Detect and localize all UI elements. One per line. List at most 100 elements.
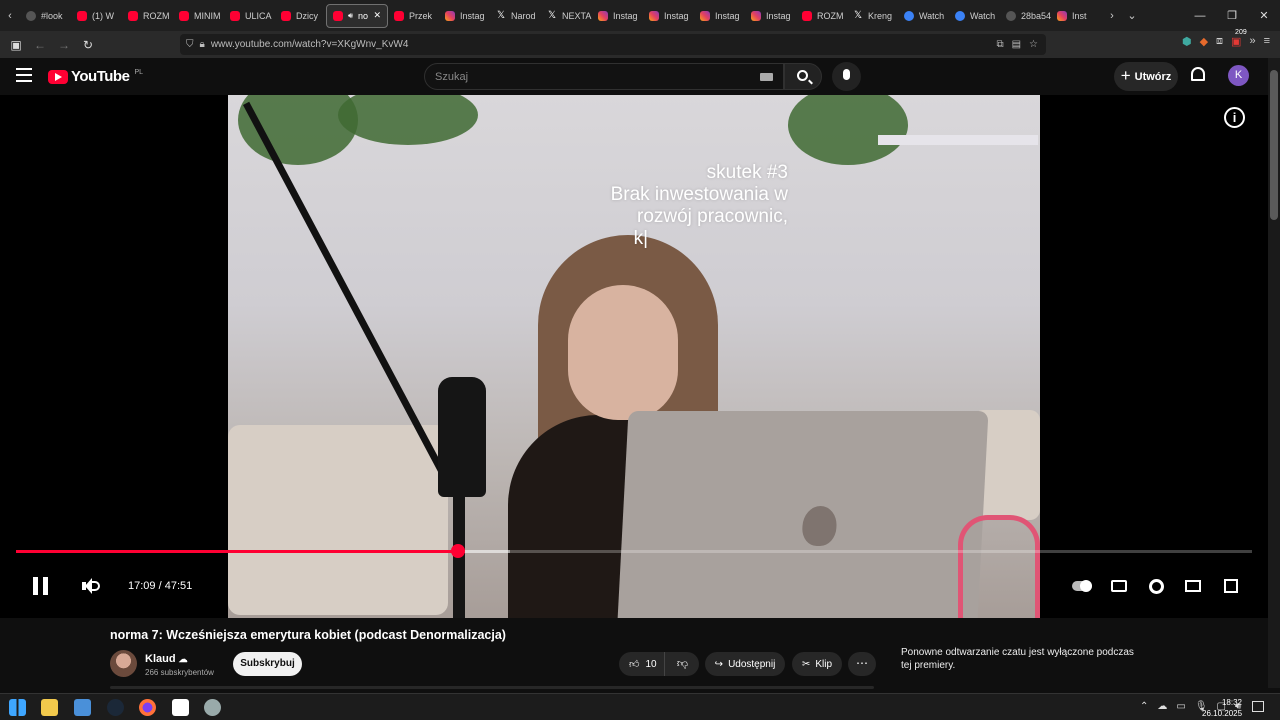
sidebar-toggle-icon[interactable]: ▣ bbox=[4, 38, 28, 52]
onedrive-cloud-icon[interactable]: ☁ bbox=[1157, 701, 1167, 712]
tab-label: no bbox=[358, 10, 369, 21]
browser-tab[interactable]: Watch bbox=[949, 4, 1000, 28]
browser-tab[interactable]: 𝕏 NEXTA bbox=[541, 4, 592, 28]
duration: 47:51 bbox=[164, 580, 193, 592]
theater-mode-icon[interactable] bbox=[1185, 576, 1205, 596]
app-black-icon[interactable] bbox=[172, 699, 189, 716]
tab-list-chevron-down-icon[interactable]: ⌄ bbox=[1122, 9, 1142, 22]
browser-tab[interactable]: 28ba54a2 bbox=[1000, 4, 1051, 28]
browser-tab[interactable]: #look bbox=[20, 4, 71, 28]
youtube-header: YouTube PL Szukaj + Utwórz K bbox=[0, 58, 1280, 95]
browser-tab[interactable]: 𝕏 Narod bbox=[490, 4, 541, 28]
app-globe-icon[interactable] bbox=[204, 699, 221, 716]
extensions-puzzle-icon[interactable]: ⧈ bbox=[1216, 35, 1223, 48]
browser-tab[interactable]: Instag bbox=[745, 4, 796, 28]
browser-tab[interactable]: ULICA bbox=[224, 4, 275, 28]
address-bar[interactable]: ⛉ 🔒︎ www.youtube.com/watch?v=XKgWnv_KvW4… bbox=[180, 34, 1046, 55]
picture-in-picture-icon[interactable]: ⧉ bbox=[996, 39, 1003, 50]
progress-played bbox=[16, 550, 459, 553]
voice-search-mic-icon[interactable] bbox=[832, 62, 861, 91]
network-icon[interactable]: ▭ bbox=[1176, 701, 1185, 712]
tab-scroll-left-icon[interactable]: ‹ bbox=[0, 10, 20, 22]
browser-tab[interactable]: ROZM bbox=[122, 4, 173, 28]
tab-label: Instag bbox=[715, 10, 740, 21]
browser-tab[interactable]: Inst bbox=[1051, 4, 1102, 28]
forward-icon[interactable]: → bbox=[52, 38, 76, 52]
close-window-icon[interactable]: ✕ bbox=[1248, 9, 1280, 22]
create-label: Utwórz bbox=[1134, 70, 1172, 83]
browser-nav-bar: ▣ ← → ↻ ⛉ 🔒︎ www.youtube.com/watch?v=XKg… bbox=[0, 29, 1280, 58]
browser-tab[interactable]: (1) W bbox=[71, 4, 122, 28]
laptop bbox=[617, 411, 989, 618]
page-scrollbar[interactable] bbox=[1268, 58, 1280, 688]
subscribe-button[interactable]: Subskrybuj bbox=[233, 652, 302, 676]
guide-menu-icon[interactable] bbox=[16, 68, 32, 82]
tab-scroll-right-icon[interactable]: › bbox=[1102, 10, 1122, 22]
minimize-icon[interactable]: — bbox=[1184, 10, 1216, 22]
clip-button[interactable]: ✂ Klip bbox=[792, 652, 842, 676]
settings-gear-icon[interactable] bbox=[1147, 576, 1167, 596]
subtitles-icon[interactable] bbox=[1111, 576, 1131, 596]
overflow-menu-icon[interactable]: » bbox=[1249, 35, 1255, 48]
taskbar-clock[interactable]: 18:32 26.10.2025 bbox=[1202, 697, 1242, 719]
scrollbar-thumb[interactable] bbox=[1270, 70, 1278, 220]
autoplay-toggle[interactable] bbox=[1072, 580, 1092, 592]
fox-extension-icon[interactable]: ◆ bbox=[1200, 35, 1208, 48]
channel-name[interactable]: Klaud ☁ bbox=[145, 653, 188, 665]
browser-tab[interactable]: Przek bbox=[388, 4, 439, 28]
browser-tab[interactable]: ROZM bbox=[796, 4, 847, 28]
reload-icon[interactable]: ↻ bbox=[76, 38, 100, 52]
keyboard-icon[interactable] bbox=[760, 73, 773, 81]
browser-tab[interactable]: Instag bbox=[643, 4, 694, 28]
browser-tab[interactable]: MINIM bbox=[173, 4, 224, 28]
info-icon[interactable]: i bbox=[1224, 107, 1245, 128]
file-explorer-icon[interactable] bbox=[41, 699, 58, 716]
youtube-icon bbox=[77, 10, 87, 21]
more-actions-icon[interactable]: ⋯ bbox=[848, 652, 876, 676]
create-button[interactable]: + Utwórz bbox=[1114, 62, 1178, 91]
browser-tab[interactable]: Watch bbox=[898, 4, 949, 28]
video-player[interactable]: skutek #3 Brak inwestowania w rozwój pra… bbox=[0, 95, 1268, 618]
apple-logo-icon bbox=[801, 506, 838, 546]
cloud-icon: ☁ bbox=[178, 654, 188, 664]
close-tab-icon[interactable]: ✕ bbox=[373, 10, 381, 21]
volume-icon[interactable] bbox=[82, 577, 100, 595]
like-button[interactable]: 👍︎ 10 bbox=[619, 652, 665, 676]
youtube-logo[interactable]: YouTube PL bbox=[48, 68, 143, 85]
hamburger-menu-icon[interactable]: ≡ bbox=[1264, 35, 1270, 48]
share-button[interactable]: ↪ Udostępnij bbox=[705, 652, 785, 676]
browser-tab[interactable]: Instag bbox=[592, 4, 643, 28]
browser-tab[interactable]: Dzicy bbox=[275, 4, 326, 28]
instagram-icon bbox=[1057, 10, 1067, 21]
firefox-icon[interactable] bbox=[139, 699, 156, 716]
browser-tab[interactable]: 𝕏 Kreng bbox=[847, 4, 898, 28]
notifications-bell-icon[interactable] bbox=[1191, 67, 1205, 81]
browser-tab[interactable]: 🔊︎ no ✕ bbox=[326, 3, 388, 28]
youtube-icon bbox=[333, 10, 343, 21]
browser-tab[interactable]: Instag bbox=[694, 4, 745, 28]
fullscreen-icon[interactable] bbox=[1222, 576, 1242, 596]
reader-icon[interactable]: ▤ bbox=[1012, 39, 1021, 50]
youtube-play-logo-icon bbox=[48, 69, 68, 84]
pause-icon[interactable] bbox=[33, 577, 49, 595]
back-icon[interactable]: ← bbox=[28, 38, 52, 52]
windows-start-icon[interactable] bbox=[9, 699, 26, 716]
search-input[interactable]: Szukaj bbox=[424, 63, 784, 90]
search-button[interactable] bbox=[784, 63, 822, 90]
adblock-extension-icon[interactable]: ▣ 209 bbox=[1231, 29, 1247, 48]
browser-tab[interactable]: Instag bbox=[439, 4, 490, 28]
account-avatar[interactable]: K bbox=[1228, 65, 1249, 86]
dislike-button[interactable]: 👎︎ bbox=[666, 652, 699, 676]
vpn-extension-icon[interactable]: ⬢ bbox=[1182, 35, 1192, 48]
tray-overflow-icon[interactable]: ⌃ bbox=[1140, 701, 1148, 712]
steam-icon[interactable] bbox=[107, 699, 124, 716]
restore-icon[interactable]: ❐ bbox=[1216, 9, 1248, 22]
plus-icon: + bbox=[1120, 65, 1131, 85]
remote-desktop-icon[interactable] bbox=[74, 699, 91, 716]
progress-bar[interactable] bbox=[16, 544, 1252, 558]
speaker-playing-icon[interactable]: 🔊︎ bbox=[348, 11, 353, 21]
tab-label: NEXTA bbox=[562, 10, 592, 21]
channel-avatar[interactable] bbox=[110, 650, 137, 677]
notification-center-icon[interactable] bbox=[1252, 701, 1264, 712]
bookmark-star-icon[interactable]: ☆ bbox=[1029, 39, 1038, 50]
